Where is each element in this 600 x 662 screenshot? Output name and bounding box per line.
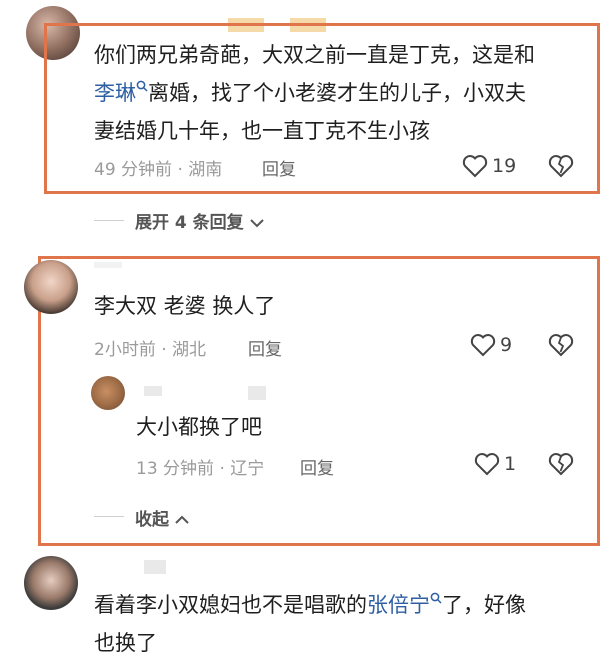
divider-line: [94, 220, 124, 221]
comment-text-line: 看着李小双媳妇也不是唱歌的: [94, 593, 367, 617]
username-blurred: [144, 560, 166, 574]
avatar[interactable]: [91, 376, 125, 410]
heart-icon[interactable]: [474, 452, 500, 476]
username-blurred: [94, 262, 122, 268]
search-icon: [136, 80, 148, 92]
like-count: 1: [504, 453, 517, 475]
search-icon: [430, 592, 442, 604]
heart-icon[interactable]: [470, 333, 496, 357]
heart-icon[interactable]: [462, 154, 488, 178]
broken-heart-icon[interactable]: [548, 154, 574, 178]
like-count: 19: [492, 155, 517, 177]
reply-button[interactable]: 回复: [248, 335, 282, 360]
reply-button[interactable]: 回复: [300, 454, 334, 479]
comment-text: 看着李小双媳妇也不是唱歌的张倍宁 了，好像 也换了: [94, 586, 594, 662]
comment-text-line: 也换了: [94, 631, 157, 655]
reply-text: 大小都换了吧: [136, 415, 262, 439]
divider-line: [94, 516, 124, 517]
collapse-replies-button[interactable]: 收起: [135, 505, 189, 530]
expand-replies-label: 展开 4 条回复: [135, 213, 244, 233]
collapse-replies-label: 收起: [135, 510, 169, 530]
comment-text-line: 离婚，找了个小老婆才生的儿子，小双夫: [148, 81, 526, 105]
username-blurred: [248, 386, 266, 400]
expand-replies-button[interactable]: 展开 4 条回复: [135, 208, 264, 233]
mention-link[interactable]: 李琳: [94, 81, 136, 105]
chevron-down-icon: [249, 218, 264, 228]
reply-meta: 13 分钟前 · 辽宁: [136, 459, 265, 479]
comment-text-line: 你们两兄弟奇葩，大双之前一直是丁克，这是和: [94, 43, 535, 67]
avatar[interactable]: [24, 556, 78, 610]
comment-text-line: 了，好像: [442, 593, 526, 617]
comment-text: 你们两兄弟奇葩，大双之前一直是丁克，这是和 李琳 离婚，找了个小老婆才生的儿子，…: [94, 36, 594, 150]
like-count: 9: [500, 334, 513, 356]
avatar[interactable]: [24, 260, 78, 314]
broken-heart-icon[interactable]: [548, 452, 574, 476]
chevron-up-icon: [175, 515, 189, 525]
username-blurred: [144, 386, 162, 396]
broken-heart-icon[interactable]: [548, 333, 574, 357]
comment-meta: 49 分钟前 · 湖南: [94, 160, 223, 180]
comment-meta: 2小时前 · 湖北: [94, 340, 207, 360]
mention-link[interactable]: 张倍宁: [367, 593, 430, 617]
comment-text: 李大双 老婆 换人了: [94, 294, 276, 318]
comment-text-line: 妻结婚几十年，也一直丁克不生小孩: [94, 119, 430, 143]
reply-button[interactable]: 回复: [262, 155, 296, 180]
